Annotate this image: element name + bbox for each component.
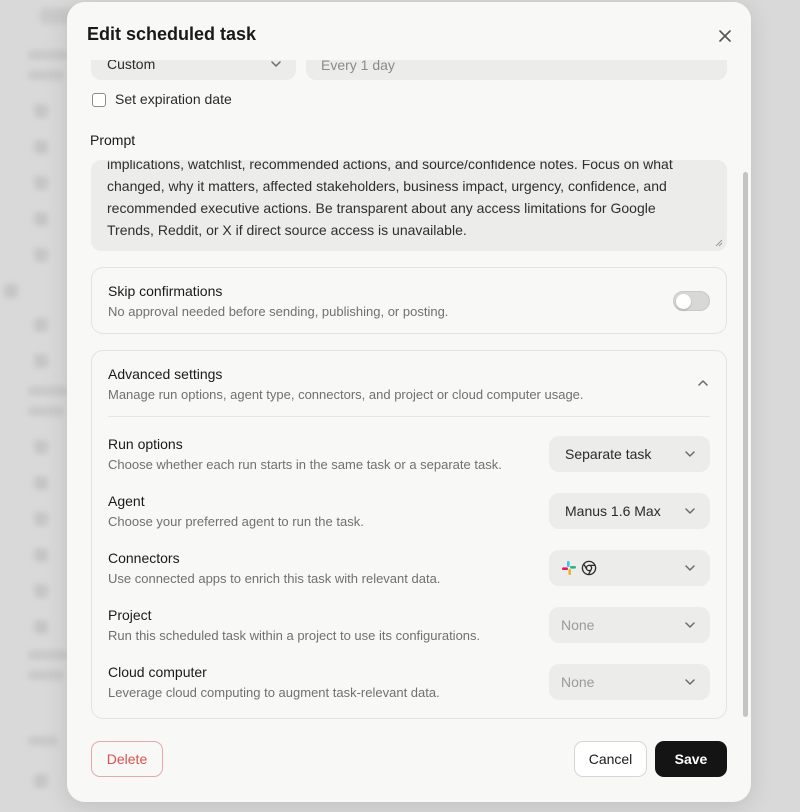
skip-confirmations-title: Skip confirmations <box>108 283 223 299</box>
project-title: Project <box>108 607 152 623</box>
chevron-down-icon <box>685 622 695 628</box>
run-options-description: Choose whether each run starts in the sa… <box>108 457 502 472</box>
skip-confirmations-toggle[interactable] <box>673 291 710 311</box>
run-options-select[interactable]: Separate task <box>549 436 710 472</box>
toggle-knob <box>676 294 691 309</box>
modal-scroll-area[interactable]: Custom Every 1 day Set expiration date P… <box>67 2 751 722</box>
advanced-settings-title: Advanced settings <box>108 366 223 382</box>
chevron-down-icon <box>685 679 695 685</box>
cloud-computer-description: Leverage cloud computing to augment task… <box>108 685 440 700</box>
run-options-value: Separate task <box>565 446 652 462</box>
prompt-textarea[interactable]: implications, watchlist, recommended act… <box>91 160 727 251</box>
divider <box>108 416 710 417</box>
save-button[interactable]: Save <box>655 741 727 777</box>
agent-select[interactable]: Manus 1.6 Max <box>549 493 710 529</box>
cloud-computer-select[interactable]: None <box>549 664 710 700</box>
expiration-checkbox[interactable] <box>92 93 106 107</box>
prompt-text: implications, watchlist, recommended act… <box>107 160 713 241</box>
chevron-down-icon <box>271 61 281 67</box>
connectors-select[interactable] <box>549 550 710 586</box>
connectors-description: Use connected apps to enrich this task w… <box>108 571 441 586</box>
edit-task-modal: Custom Every 1 day Set expiration date P… <box>67 2 751 802</box>
close-icon[interactable] <box>717 28 733 44</box>
project-description: Run this scheduled task within a project… <box>108 628 481 643</box>
modal-title: Edit scheduled task <box>87 24 257 44</box>
modal-header: Edit scheduled task <box>67 2 751 60</box>
chevron-up-icon[interactable] <box>697 379 709 387</box>
prompt-line: Trends, Reddit, or X if direct source ac… <box>107 222 467 238</box>
delete-button[interactable]: Delete <box>91 741 163 777</box>
skip-confirmations-card: Skip confirmations No approval needed be… <box>91 267 727 334</box>
slack-icon <box>562 561 576 575</box>
prompt-label: Prompt <box>90 132 136 148</box>
cancel-button[interactable]: Cancel <box>574 741 647 777</box>
agent-value: Manus 1.6 Max <box>565 503 661 519</box>
scrollbar-thumb[interactable] <box>743 172 748 717</box>
advanced-settings-description: Manage run options, agent type, connecto… <box>108 387 584 402</box>
cloud-computer-title: Cloud computer <box>108 664 207 680</box>
chevron-down-icon <box>685 451 695 457</box>
prompt-line: changed, why it matters, affected stakeh… <box>107 178 667 194</box>
skip-confirmations-description: No approval needed before sending, publi… <box>108 304 449 319</box>
chevron-down-icon <box>685 565 695 571</box>
resize-grip-icon[interactable] <box>715 239 723 247</box>
run-options-title: Run options <box>108 436 183 452</box>
advanced-settings-header[interactable]: Advanced settings Manage run options, ag… <box>92 351 726 415</box>
agent-title: Agent <box>108 493 145 509</box>
project-select[interactable]: None <box>549 607 710 643</box>
chrome-icon <box>581 560 597 576</box>
cloud-computer-value: None <box>561 674 595 690</box>
advanced-settings-card: Advanced settings Manage run options, ag… <box>91 350 727 719</box>
scrollbar[interactable] <box>743 172 748 717</box>
prompt-line: implications, watchlist, recommended act… <box>107 160 673 172</box>
agent-description: Choose your preferred agent to run the t… <box>108 514 364 529</box>
chevron-down-icon <box>685 508 695 514</box>
connectors-title: Connectors <box>108 550 180 566</box>
prompt-line: recommended executive actions. Be transp… <box>107 200 656 216</box>
expiration-checkbox-label[interactable]: Set expiration date <box>115 91 232 107</box>
project-value: None <box>561 617 595 633</box>
